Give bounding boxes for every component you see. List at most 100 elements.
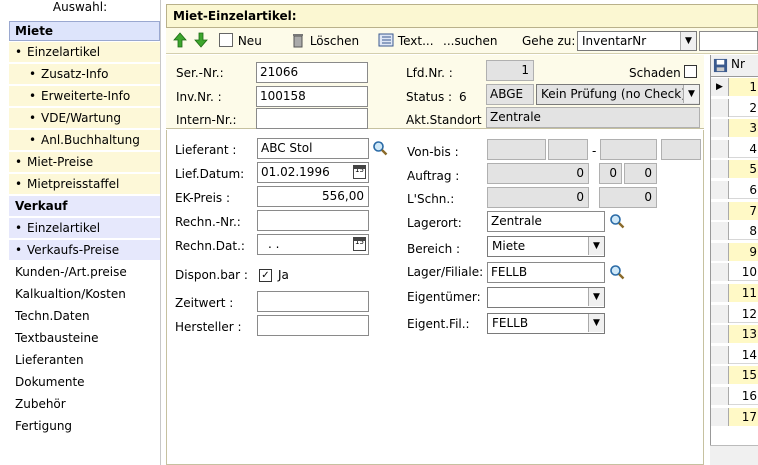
table-row[interactable]: 4 bbox=[711, 139, 758, 158]
row-selector[interactable] bbox=[711, 304, 729, 323]
goto-input[interactable] bbox=[699, 31, 758, 51]
auftrag-label: Auftrag : bbox=[407, 169, 460, 183]
table-row[interactable]: 17 bbox=[711, 407, 758, 426]
new-button[interactable]: Neu bbox=[218, 31, 262, 51]
calendar-icon[interactable]: 15 bbox=[353, 237, 366, 251]
delete-button[interactable]: Löschen bbox=[290, 31, 359, 51]
goto-select[interactable]: InventarNr ▼ bbox=[577, 31, 697, 51]
inv-nr-field[interactable]: 100158 bbox=[256, 86, 368, 107]
horizontal-scrollbar[interactable] bbox=[710, 445, 758, 465]
sidebar-item-verkauf-einzelartikel[interactable]: • Einzelartikel bbox=[9, 218, 160, 238]
sidebar-item-dokumente[interactable]: Dokumente bbox=[9, 372, 162, 392]
row-selector[interactable] bbox=[711, 201, 729, 220]
table-row[interactable]: 3 bbox=[711, 119, 758, 138]
table-row[interactable]: 8 bbox=[711, 222, 758, 241]
text-button[interactable]: Text... bbox=[378, 31, 434, 51]
ser-nr-field[interactable]: 21066 bbox=[256, 62, 368, 83]
toolbar: Neu Löschen Text... ...suchen Gehe zu: I… bbox=[166, 28, 758, 54]
lagerort-field[interactable]: Zentrale bbox=[487, 211, 605, 232]
lief-datum-field[interactable]: 01.02.1996 15 bbox=[257, 162, 369, 183]
sidebar-item-vde-wartung[interactable]: • VDE/Wartung bbox=[9, 108, 160, 128]
row-selector[interactable] bbox=[711, 284, 729, 302]
status-select[interactable]: Kein Prüfung (no Check) ▼ bbox=[536, 84, 700, 105]
sidebar-item-einzelartikel[interactable]: • Einzelartikel bbox=[9, 42, 160, 62]
sidebar-item-miete[interactable]: Miete bbox=[9, 21, 160, 41]
sidebar-item-textbausteine[interactable]: Textbausteine bbox=[9, 328, 162, 348]
eigent-fil-select[interactable]: FELLB ▼ bbox=[487, 313, 605, 334]
row-pointer-icon[interactable]: ▶ bbox=[711, 78, 729, 96]
sidebar-item-anl-buchhaltung[interactable]: • Anl.Buchhaltung bbox=[9, 130, 160, 150]
lager-filiale-field[interactable]: FELLB bbox=[487, 262, 605, 283]
bereich-select[interactable]: Miete ▼ bbox=[487, 236, 605, 257]
row-selector[interactable] bbox=[711, 98, 729, 117]
table-row[interactable]: 15 bbox=[711, 366, 758, 385]
row-selector[interactable] bbox=[711, 366, 729, 385]
bullet-icon: • bbox=[15, 221, 23, 235]
rechn-dat-field[interactable]: . . 15 bbox=[257, 234, 369, 255]
record-grid[interactable]: Nr ▶ 1 2 3 4 5 6 7 8 9 10 11 12 13 14 15 16 17 bbox=[710, 55, 758, 465]
intern-nr-field[interactable] bbox=[256, 108, 368, 129]
sidebar-item-mietpreisstaffel[interactable]: • Mietpreisstaffel bbox=[9, 174, 160, 194]
row-selector[interactable] bbox=[711, 119, 729, 138]
grid-cell-nr: 9 bbox=[729, 242, 758, 261]
row-selector[interactable] bbox=[711, 345, 729, 364]
arrow-up-icon[interactable] bbox=[172, 31, 188, 51]
grid-cell-nr: 14 bbox=[741, 347, 757, 362]
table-row[interactable]: 7 bbox=[711, 201, 758, 220]
sidebar-item-kunden-art-preise[interactable]: Kunden-/Art.preise bbox=[9, 262, 162, 282]
ek-preis-field[interactable]: 556,00 bbox=[257, 186, 369, 207]
row-selector[interactable] bbox=[711, 242, 729, 261]
sidebar-item-kalkulation[interactable]: Kalkualtion/Kosten bbox=[9, 284, 162, 304]
row-selector[interactable] bbox=[711, 325, 729, 344]
search-icon[interactable] bbox=[372, 140, 388, 156]
row-selector[interactable] bbox=[711, 139, 729, 158]
eigentuemer-select[interactable]: ▼ bbox=[487, 287, 605, 308]
arrow-down-icon[interactable] bbox=[193, 31, 209, 51]
intern-nr-label: Intern-Nr.: bbox=[176, 113, 237, 127]
zeitwert-field[interactable] bbox=[257, 291, 369, 312]
row-selector[interactable] bbox=[711, 263, 729, 282]
row-selector[interactable] bbox=[711, 160, 729, 179]
sidebar-item-fertigung[interactable]: Fertigung bbox=[9, 416, 162, 436]
schaden-checkbox[interactable] bbox=[684, 65, 697, 78]
dispon-checkbox[interactable]: ✓ bbox=[259, 269, 272, 282]
bullet-icon: • bbox=[15, 243, 23, 257]
grid-cell-nr: 1 bbox=[729, 78, 758, 96]
sidebar-item-verkaufs-preise[interactable]: • Verkaufs-Preise bbox=[9, 240, 160, 260]
row-selector[interactable] bbox=[711, 181, 729, 199]
row-selector[interactable] bbox=[711, 407, 729, 426]
lfd-nr-label: Lfd.Nr. : bbox=[406, 66, 453, 80]
sidebar-item-miet-preise[interactable]: • Miet-Preise bbox=[9, 152, 160, 172]
table-row[interactable]: ▶ 1 bbox=[711, 78, 758, 96]
table-row[interactable]: 14 bbox=[711, 345, 758, 364]
table-row[interactable]: 13 bbox=[711, 325, 758, 344]
sidebar-item-lieferanten[interactable]: Lieferanten bbox=[9, 350, 162, 370]
table-row[interactable]: 12 bbox=[711, 304, 758, 323]
sidebar-item-verkauf[interactable]: Verkauf bbox=[9, 196, 160, 216]
save-icon[interactable] bbox=[713, 58, 728, 73]
search-button[interactable]: ...suchen bbox=[443, 31, 498, 51]
table-row[interactable]: 11 bbox=[711, 284, 758, 302]
table-row[interactable]: 6 bbox=[711, 181, 758, 199]
table-row[interactable]: 10 bbox=[711, 263, 758, 282]
schaden-label: Schaden bbox=[629, 66, 681, 80]
table-row[interactable]: 5 bbox=[711, 160, 758, 179]
rechn-nr-field[interactable] bbox=[257, 210, 369, 231]
table-row[interactable]: 2 bbox=[711, 98, 758, 117]
dispon-value: Ja bbox=[278, 268, 289, 282]
search-icon[interactable] bbox=[609, 264, 625, 280]
sidebar-item-zusatz-info[interactable]: • Zusatz-Info bbox=[9, 64, 160, 84]
sidebar-item-zubehoer[interactable]: Zubehör bbox=[9, 394, 162, 414]
sidebar-item-techn-daten[interactable]: Techn.Daten bbox=[9, 306, 162, 326]
sidebar-item-erweiterte-info[interactable]: • Erweiterte-Info bbox=[9, 86, 160, 106]
grid-cell-nr: 16 bbox=[741, 389, 757, 403]
search-icon[interactable] bbox=[609, 213, 625, 229]
chevron-down-icon: ▼ bbox=[588, 314, 604, 332]
table-row[interactable]: 16 bbox=[711, 387, 758, 405]
row-selector[interactable] bbox=[711, 387, 729, 405]
lieferant-field[interactable]: ABC Stol bbox=[257, 138, 369, 159]
row-selector[interactable] bbox=[711, 222, 729, 241]
calendar-icon[interactable]: 15 bbox=[353, 165, 366, 179]
table-row[interactable]: 9 bbox=[711, 242, 758, 261]
hersteller-field[interactable] bbox=[257, 315, 369, 336]
